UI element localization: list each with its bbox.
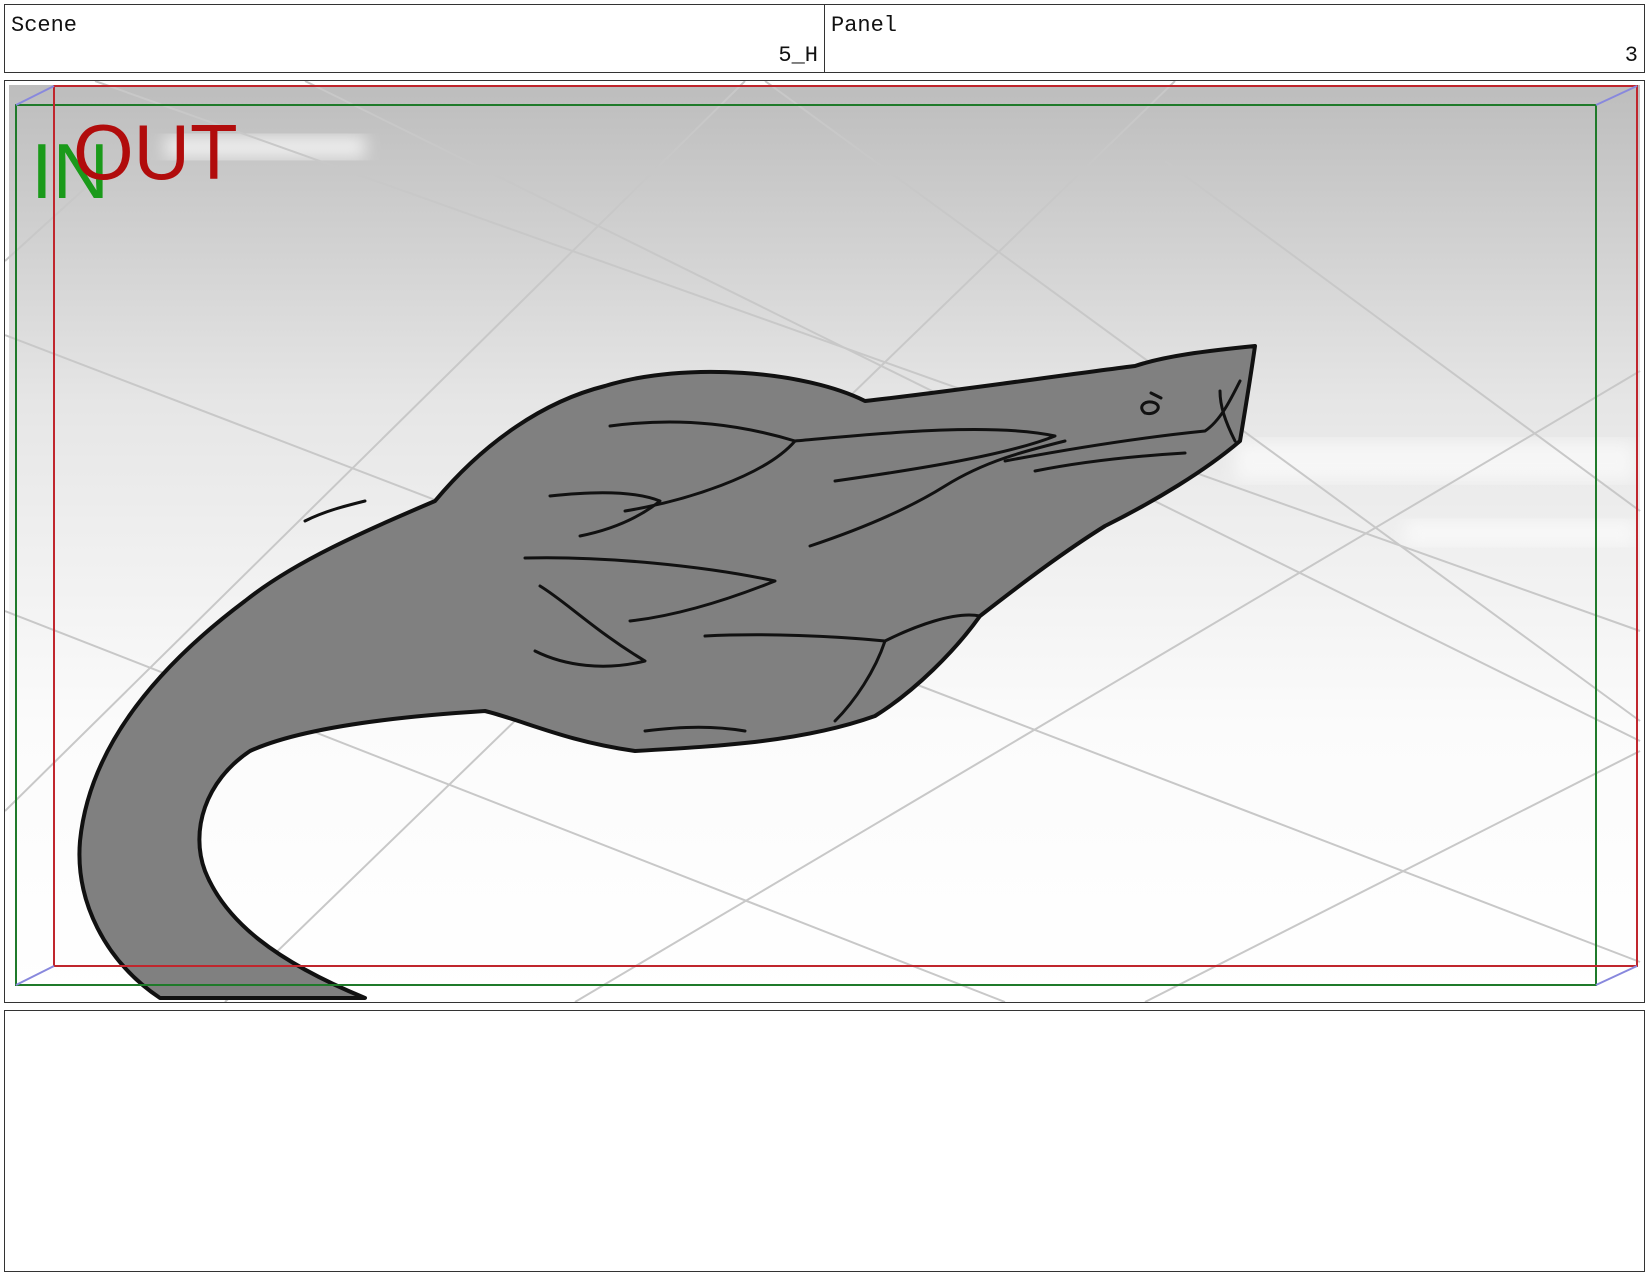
storyboard-frame[interactable]: IN OUT <box>4 80 1645 1003</box>
panel-label: Panel <box>831 13 898 38</box>
scene-cell: Scene 5_H <box>4 4 825 73</box>
action-notes-box[interactable] <box>4 1010 1645 1272</box>
panel-cell: Panel 3 <box>824 4 1645 73</box>
out-label: OUT <box>73 108 238 196</box>
panel-artwork: IN OUT <box>5 81 1641 1002</box>
scene-label: Scene <box>11 13 78 38</box>
scene-value[interactable]: 5_H <box>778 43 818 68</box>
cloud-streak <box>1235 441 1635 481</box>
panel-value[interactable]: 3 <box>1625 43 1638 68</box>
cloud-streak <box>1405 521 1635 545</box>
